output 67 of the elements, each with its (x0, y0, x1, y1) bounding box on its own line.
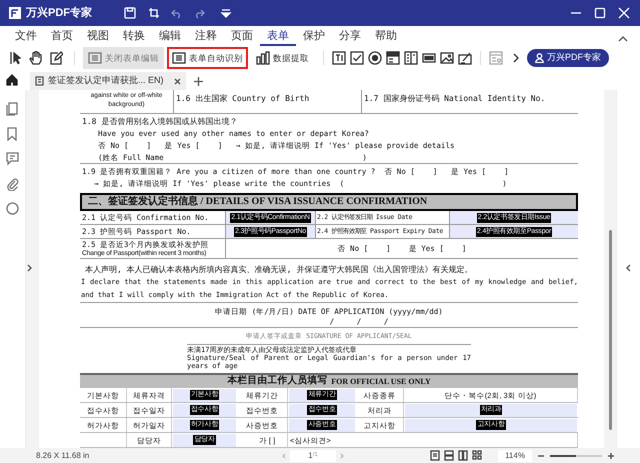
pages-icon[interactable] (6, 102, 19, 116)
expand-right-panel-icon[interactable] (626, 264, 631, 272)
menu-tab[interactable]: 首页 (44, 29, 80, 46)
radio-button-icon[interactable] (368, 51, 382, 65)
zoom-in-icon[interactable] (608, 452, 614, 458)
comment-icon[interactable] (6, 152, 19, 166)
form-list-icon (88, 51, 102, 65)
hand-icon[interactable] (29, 51, 43, 65)
menu-tab[interactable]: 页面 (224, 29, 260, 46)
document-icon (35, 76, 44, 86)
tab-title: 签证签发认定申请获批... EN) (48, 74, 164, 88)
select-cursor-icon[interactable] (10, 51, 24, 65)
attachment-icon[interactable] (6, 177, 19, 191)
two-page-icon[interactable] (458, 450, 468, 461)
continuous-page-icon[interactable] (444, 450, 454, 461)
add-tab-icon[interactable] (194, 77, 203, 86)
close-icon[interactable] (618, 7, 630, 19)
menu-tab[interactable]: 注释 (188, 29, 224, 46)
list-box-icon[interactable] (404, 51, 418, 65)
user-icon (535, 53, 544, 63)
menu-tab[interactable]: 转换 (116, 29, 152, 46)
button-field-icon[interactable] (422, 51, 436, 65)
edit-icon[interactable] (49, 51, 63, 65)
header-text: FOR OFFICIAL USE ONLY (331, 376, 431, 388)
logo-icon (8, 6, 22, 20)
menu-tab[interactable]: 视图 (80, 29, 116, 46)
bar-chart-icon (256, 51, 270, 65)
toolbar-button[interactable]: 关闭表单编辑 (83, 47, 164, 69)
grid-view-icon[interactable] (472, 450, 482, 461)
redo-icon[interactable] (193, 7, 205, 19)
zoom-field[interactable]: 114% (498, 450, 532, 462)
home-icon[interactable] (6, 74, 18, 86)
save-icon[interactable] (124, 7, 136, 19)
header-text: 本栏目由工作人员填写 (227, 374, 328, 388)
bookmark-icon[interactable] (6, 127, 19, 141)
crop-icon[interactable] (148, 7, 160, 19)
image-field-icon[interactable] (440, 51, 454, 65)
toolbar-button[interactable]: 数据提取 (251, 47, 314, 69)
menu-tab[interactable]: 保护 (296, 29, 332, 46)
toolbar-button[interactable]: 表单自动识别 (167, 47, 248, 69)
combo-box-icon[interactable] (386, 51, 400, 65)
menu-tab[interactable]: 编辑 (152, 29, 188, 46)
app-title: 万兴PDF专家 (26, 6, 92, 21)
table-cell-text: 1.7 国家身份证号码 National Identity No. (363, 93, 546, 105)
single-page-icon[interactable] (430, 450, 440, 461)
zoom-out-icon[interactable] (538, 452, 544, 458)
text-field-icon[interactable] (332, 51, 346, 65)
scrollbar-thumb[interactable] (608, 230, 612, 430)
maximize-icon[interactable] (594, 7, 606, 19)
document-tab[interactable]: 签证签发认定申请获批... EN) (30, 72, 186, 90)
menu-tab[interactable]: 帮助 (368, 29, 404, 46)
section-title: 二、签证签发认定书信息 / DETAILS OF VISA ISSUANCE CONFIRMATION (80, 193, 578, 212)
declaration-text: 本人声明, 本人已确认本表格内所填内容真实、准确无误, 并保证遵守大韩民国《出入国管理法》有关规定。 (84, 264, 474, 276)
dropdown-icon[interactable] (220, 8, 232, 18)
signature-field-icon[interactable] (458, 51, 472, 65)
collapse-icon[interactable] (618, 34, 628, 42)
menu-tab[interactable]: 分享 (332, 29, 368, 46)
form-text: 1.8 是否曾用别名入境韩国或从韩国出境？ (81, 116, 238, 128)
close-tab-icon[interactable] (174, 78, 181, 84)
table-cell: 1.6 出生国家 Country of Birth (174, 90, 362, 113)
chevron-right-icon[interactable] (513, 53, 519, 63)
undo-icon[interactable] (171, 7, 183, 19)
menu-tab[interactable]: 文件 (8, 29, 44, 46)
checkbox-icon[interactable] (350, 51, 364, 65)
account-button[interactable]: 万兴PDF专家 (527, 49, 609, 67)
page-size-label: 8.26 X 11.68 in (36, 450, 90, 462)
form-list-icon (172, 51, 186, 65)
